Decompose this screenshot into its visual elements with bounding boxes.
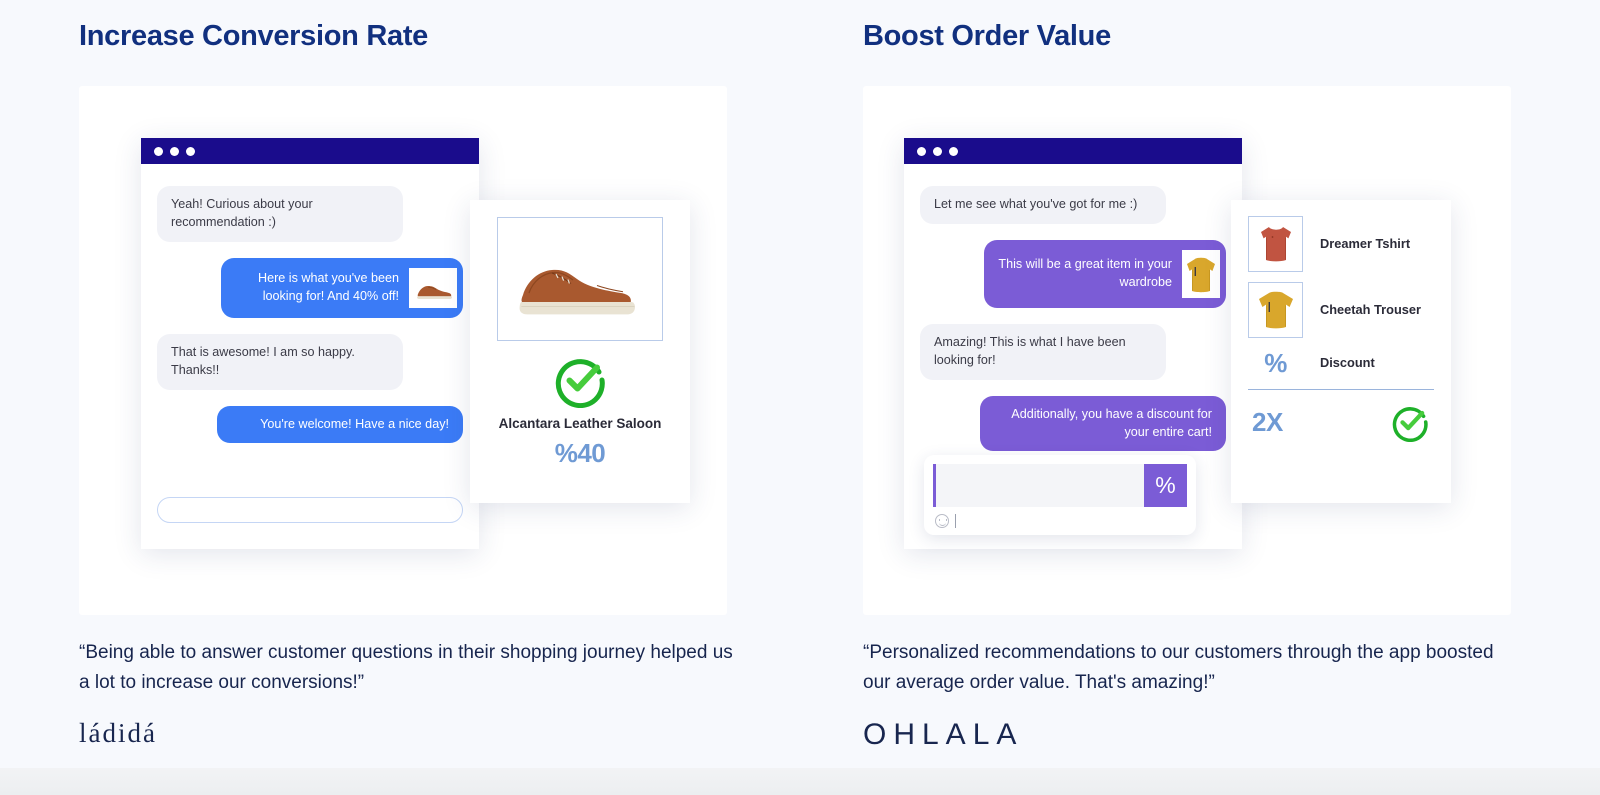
chat-bubble-incoming: Amazing! This is what I have been lookin…	[920, 323, 1166, 380]
chat-message-list: Let me see what you've got for me :) Thi…	[904, 164, 1242, 549]
window-dot-icon	[933, 146, 942, 156]
chat-input[interactable]	[157, 497, 463, 523]
window-dot-icon	[170, 146, 179, 156]
window-dot-icon	[186, 146, 195, 156]
feature-column-order-value: Boost Order Value Let me see what you've…	[863, 0, 1600, 795]
window-dot-icon	[917, 146, 926, 156]
product-discount: %40	[554, 438, 606, 469]
chat-bubble-incoming: Let me see what you've got for me :)	[920, 186, 1166, 224]
list-item-label: Discount	[1320, 355, 1375, 371]
illustration-card-conversion: Yeah! Curious about your recommendation …	[79, 86, 727, 615]
page-bottom-strip	[0, 768, 1600, 795]
composer-toolbar	[933, 507, 1187, 528]
product-image-frame	[497, 217, 663, 341]
list-item-discount[interactable]: % Discount	[1248, 348, 1434, 379]
list-item-label: Cheetah Trouser	[1320, 301, 1421, 317]
discount-composer[interactable]: %	[924, 455, 1196, 535]
green-check-circle-icon	[486, 352, 674, 408]
chat-bubble-incoming: That is awesome! I am so happy. Thanks!!	[157, 333, 403, 390]
product-card: Alcantara Leather Saloon %40	[470, 200, 690, 503]
chat-window-conversion: Yeah! Curious about your recommendation …	[141, 138, 479, 549]
percent-symbol-icon: %	[1264, 348, 1287, 378]
brown-leather-sneaker-image	[505, 233, 655, 325]
chat-bubble-outgoing: Additionally, you have a discount for yo…	[980, 395, 1226, 452]
chat-window-order-value: Let me see what you've got for me :) Thi…	[904, 138, 1242, 549]
chat-message-list: Yeah! Curious about your recommendation …	[141, 164, 479, 549]
mustard-sweater-thumbnail-icon	[1182, 249, 1220, 298]
brand-logo-text: OHLALA	[863, 718, 1024, 751]
brand-logo-text: ládidá	[79, 718, 157, 748]
panel-footer: 2X	[1248, 390, 1434, 442]
chat-titlebar	[141, 138, 479, 164]
smiley-face-icon[interactable]	[935, 514, 949, 528]
chat-bubble-text: Here is what you've been looking for! An…	[257, 270, 399, 303]
window-dot-icon	[949, 146, 958, 156]
page-title-conversion: Increase Conversion Rate	[79, 20, 428, 52]
text-caret	[955, 514, 956, 528]
percent-badge: %	[1144, 464, 1187, 507]
green-check-circle-icon	[1390, 402, 1430, 442]
chat-titlebar	[904, 138, 1242, 164]
quote-placeholder-lines	[936, 464, 1144, 507]
chat-bubble-outgoing: This will be a great item in your wardro…	[984, 239, 1226, 308]
brand-logo-ladida: ládidá	[79, 718, 157, 749]
illustration-card-order-value: Let me see what you've got for me :) Thi…	[863, 86, 1511, 615]
page-title-order-value: Boost Order Value	[863, 20, 1111, 52]
brand-logo-ohlala: OHLALA	[863, 718, 1023, 752]
mustard-sweater-image	[1248, 282, 1303, 338]
red-tank-top-image	[1248, 216, 1303, 272]
list-item-label: Dreamer Tshirt	[1320, 235, 1411, 251]
feature-column-conversion: Increase Conversion Rate Yeah! Curious a…	[79, 0, 819, 795]
product-name: Alcantara Leather Saloon	[498, 416, 662, 431]
page-root: Increase Conversion Rate Yeah! Curious a…	[0, 0, 1600, 795]
product-list-panel: Dreamer Tshirt Cheetah Trouser % Discoun…	[1231, 200, 1451, 503]
quoted-message-preview: %	[933, 464, 1187, 507]
chat-bubble-outgoing: Here is what you've been looking for! An…	[221, 257, 463, 318]
testimonial-quote: “Personalized recommendations to our cus…	[863, 642, 1494, 693]
chat-bubble-outgoing: You're welcome! Have a nice day!	[217, 405, 463, 444]
chat-bubble-incoming: Yeah! Curious about your recommendation …	[157, 186, 403, 242]
testimonial-quote: “Being able to answer customer questions…	[79, 642, 733, 693]
window-dot-icon	[154, 146, 163, 156]
list-item[interactable]: Cheetah Trouser	[1248, 282, 1434, 338]
multiplier-value: 2X	[1252, 406, 1283, 437]
list-item[interactable]: Dreamer Tshirt	[1248, 216, 1434, 272]
chat-bubble-text: This will be a great item in your wardro…	[998, 257, 1172, 289]
brown-sneaker-thumbnail-icon	[409, 267, 457, 308]
